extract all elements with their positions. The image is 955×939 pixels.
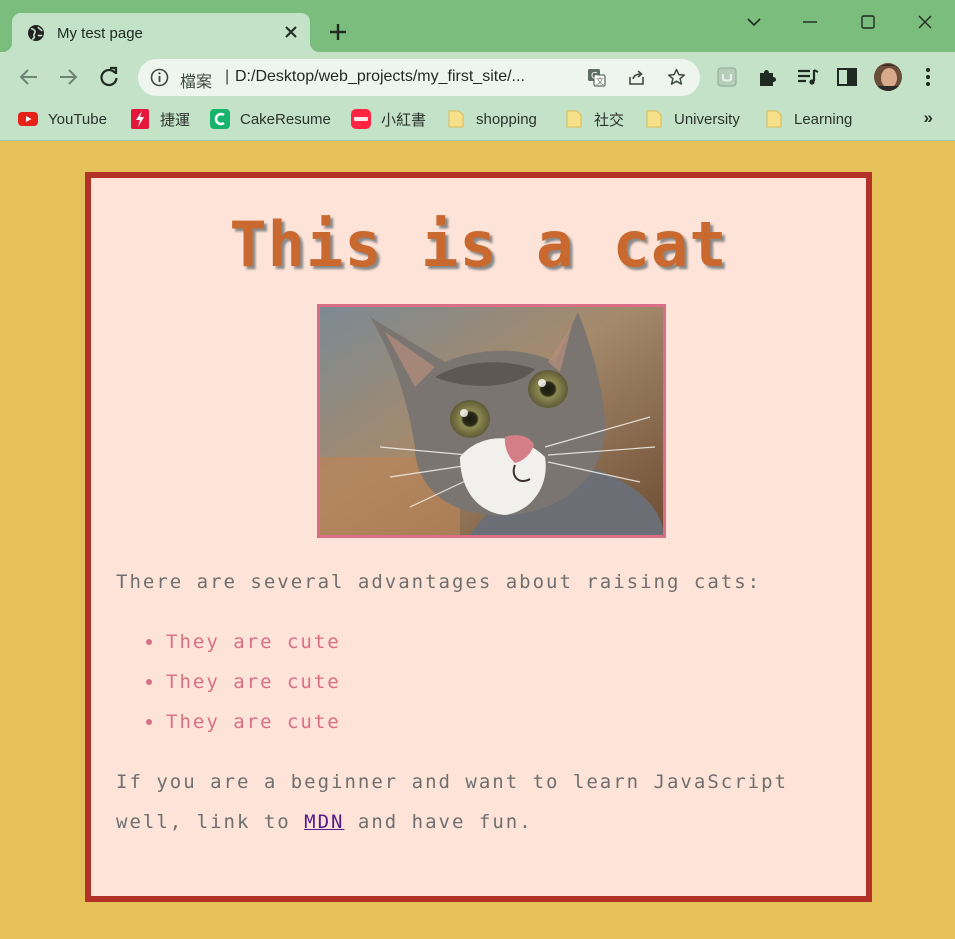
bookmark-youtube[interactable]: YouTube — [18, 108, 107, 130]
tab-title: My test page — [57, 25, 143, 42]
bookmark-label: CakeResume — [240, 110, 331, 128]
new-tab-icon[interactable] — [328, 22, 348, 42]
profile-avatar[interactable] — [873, 62, 903, 92]
side-panel-icon[interactable] — [834, 64, 860, 90]
folder-icon — [448, 110, 464, 128]
bookmark-label: 小紅書 — [381, 111, 427, 129]
bookmark-xiaohongshu[interactable]: 小紅書 — [351, 108, 426, 130]
url-text[interactable]: D:/Desktop/web_projects/my_first_site/..… — [235, 68, 577, 86]
chevron-down-icon[interactable] — [742, 10, 766, 34]
tab-strip: My test page — [0, 0, 955, 52]
list-item-text: They are cute — [166, 711, 341, 733]
folder-icon — [766, 110, 782, 128]
bookmarks-overflow-button[interactable]: » — [924, 108, 933, 128]
media-icon[interactable] — [795, 64, 821, 90]
star-icon[interactable] — [666, 67, 687, 88]
youtube-icon — [18, 112, 38, 126]
share-icon[interactable] — [626, 67, 647, 88]
list-item-text: They are cute — [166, 671, 341, 693]
bookmark-label: 捷運 — [160, 111, 191, 129]
bookmark-label: 社交 — [594, 111, 625, 129]
back-icon[interactable] — [16, 64, 42, 90]
url-scheme-label: 檔案 — [180, 74, 213, 91]
address-bar[interactable]: 檔案 | D:/Desktop/web_projects/my_first_si… — [138, 59, 700, 96]
page-title: This is a cat — [229, 208, 728, 281]
cat-photo — [320, 307, 663, 535]
bookmark-folder-social[interactable]: 社交 — [564, 108, 624, 130]
bookmarks-bar: YouTube 捷運 CakeResume 小紅書 shopping 社交 Un… — [0, 104, 955, 134]
maximize-icon[interactable] — [856, 10, 880, 34]
bullet-icon — [146, 639, 152, 645]
bookmark-label: University — [674, 110, 740, 128]
mdn-link[interactable]: MDN — [304, 811, 344, 833]
svg-text:文: 文 — [596, 76, 604, 86]
folder-icon — [646, 110, 662, 128]
bookmark-folder-shopping[interactable]: shopping — [446, 108, 537, 130]
browser-chrome: My test page 檔案 | D:/Desktop/web_project… — [0, 0, 955, 141]
pocket-icon[interactable] — [715, 65, 739, 89]
site-info-icon[interactable] — [150, 68, 169, 87]
extensions-icon[interactable] — [755, 64, 781, 90]
list-item: They are cute — [146, 622, 341, 662]
page-card: This is a cat There are several advantag… — [85, 172, 872, 902]
minimize-icon[interactable] — [798, 10, 822, 34]
reload-icon[interactable] — [96, 64, 122, 90]
outro-paragraph: If you are a beginner and want to learn … — [116, 762, 836, 842]
bookmark-metro[interactable]: 捷運 — [130, 108, 190, 130]
translate-icon[interactable]: G 文 — [586, 67, 607, 88]
xiaohongshu-icon — [351, 109, 371, 129]
bookmark-label: Learning — [794, 110, 853, 128]
close-window-icon[interactable] — [913, 10, 937, 34]
outro-text-after: and have fun. — [344, 811, 533, 833]
list-item: They are cute — [146, 662, 341, 702]
bookmark-label: shopping — [476, 110, 537, 128]
bookmark-cakeresume[interactable]: CakeResume — [210, 108, 331, 130]
menu-icon[interactable] — [915, 64, 941, 90]
url-separator: | — [225, 68, 230, 85]
bookmark-folder-learning[interactable]: Learning — [764, 108, 852, 130]
chrome-divider — [0, 140, 955, 141]
tab-my-test-page[interactable]: My test page — [2, 13, 320, 52]
advantages-list: They are cute They are cute They are cut… — [146, 622, 341, 742]
intro-paragraph: There are several advantages about raisi… — [116, 571, 762, 593]
bullet-icon — [146, 719, 152, 725]
cat-image — [317, 304, 666, 538]
tab-close-icon[interactable] — [282, 23, 300, 41]
forward-icon[interactable] — [55, 64, 81, 90]
list-item-text: They are cute — [166, 631, 341, 653]
cakeresume-icon — [210, 109, 230, 129]
folder-icon — [566, 110, 582, 128]
list-item: They are cute — [146, 702, 341, 742]
bookmark-folder-university[interactable]: University — [644, 108, 740, 130]
globe-icon — [28, 25, 44, 41]
app-icon — [131, 109, 149, 129]
bullet-icon — [146, 679, 152, 685]
bookmark-label: YouTube — [48, 110, 107, 128]
